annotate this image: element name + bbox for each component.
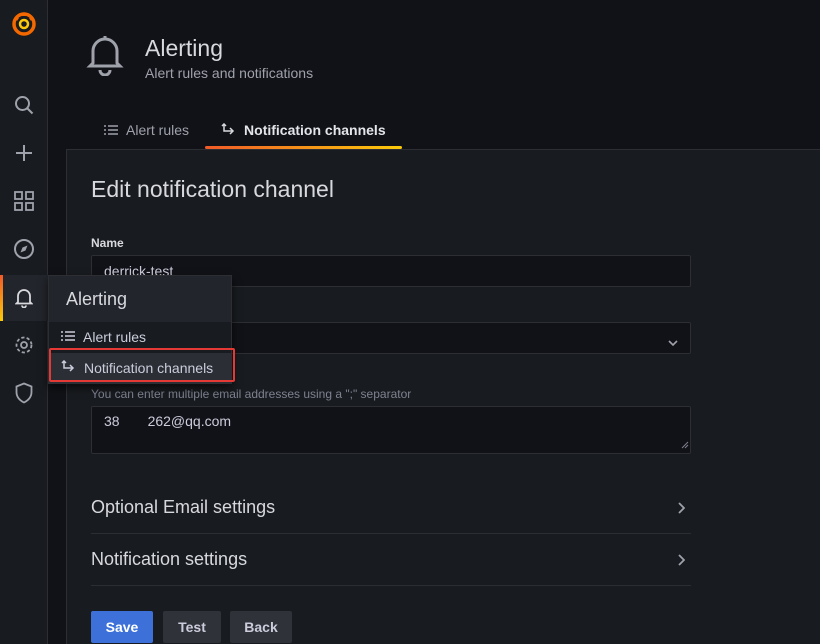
explore-icon[interactable] [0, 226, 48, 272]
form-title: Edit notification channel [91, 176, 334, 202]
flyout-item-label: Alert rules [83, 329, 147, 345]
test-button[interactable]: Test [163, 611, 221, 643]
optional-email-settings-toggle[interactable]: Optional Email settings [91, 482, 691, 534]
alerting-flyout-menu: Alerting Alert rules Notification channe… [48, 275, 232, 384]
tab-label: Notification channels [244, 122, 386, 138]
grafana-logo-icon[interactable] [0, 0, 48, 46]
tab-bar: Alert rules Notification channels [88, 112, 402, 150]
flyout-item-label: Notification channels [84, 360, 214, 376]
back-button[interactable]: Back [230, 611, 292, 643]
bell-icon[interactable] [0, 275, 48, 321]
addresses-textarea[interactable]: 38 262@qq.com [91, 406, 691, 454]
tab-alert-rules[interactable]: Alert rules [88, 112, 205, 148]
plus-icon[interactable] [0, 130, 48, 176]
gear-icon[interactable] [0, 322, 48, 368]
edit-channel-panel: Edit notification channel Name derrick-t… [66, 149, 820, 644]
page-title: Alerting [145, 35, 223, 61]
side-menu [0, 0, 48, 644]
section-label: Optional Email settings [91, 497, 276, 517]
comment-alt-share-icon [61, 359, 76, 377]
section-label: Notification settings [91, 549, 248, 569]
notification-settings-toggle[interactable]: Notification settings [91, 534, 691, 586]
page-subtitle: Alert rules and notifications [145, 65, 314, 81]
comment-alt-share-icon [221, 123, 236, 137]
page-header: Alerting Alert rules and notifications A… [48, 0, 820, 150]
flyout-item-notification-channels[interactable]: Notification channels [49, 353, 231, 383]
chevron-right-icon [678, 553, 685, 566]
bell-icon [86, 34, 124, 81]
flyout-item-alert-rules[interactable]: Alert rules [49, 322, 231, 352]
flyout-title[interactable]: Alerting [49, 276, 231, 322]
dashboards-icon[interactable] [0, 178, 48, 224]
addresses-hint: You can enter multiple email addresses u… [91, 387, 412, 401]
search-icon[interactable] [0, 82, 48, 128]
addresses-value: 38 262@qq.com [104, 413, 232, 429]
save-button[interactable]: Save [91, 611, 153, 643]
name-label: Name [91, 236, 124, 250]
list-icon [61, 329, 75, 345]
chevron-down-icon [668, 334, 678, 350]
tab-label: Alert rules [126, 122, 190, 138]
chevron-right-icon [678, 501, 685, 514]
list-icon [104, 124, 118, 136]
resize-grip-icon[interactable] [681, 436, 689, 452]
tab-notification-channels[interactable]: Notification channels [205, 112, 402, 149]
shield-icon[interactable] [0, 370, 48, 416]
